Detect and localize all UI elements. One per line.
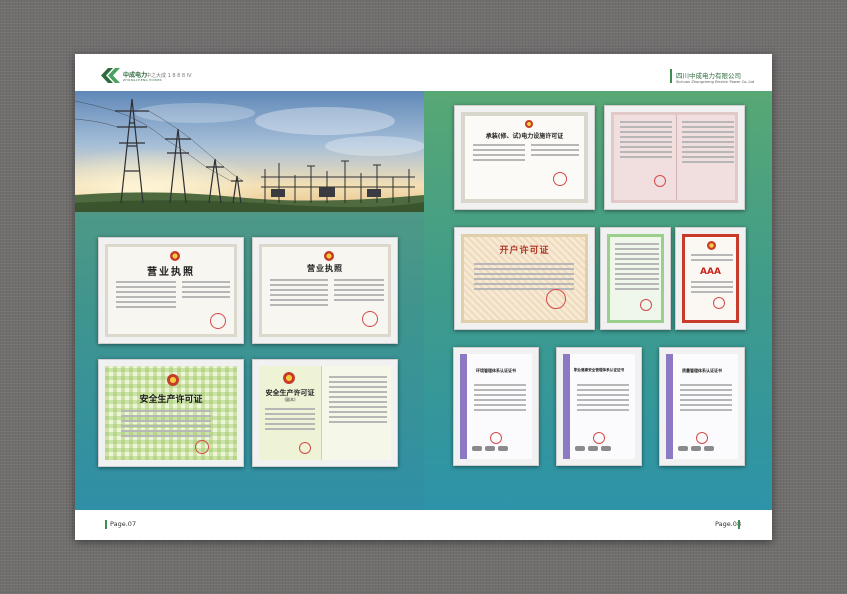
certificate-text-lines [691,254,733,264]
fold-line [676,115,677,200]
company-name-en: Sichuan Zhongcheng Electric Power Co.,Lt… [676,80,755,84]
certificate-text-lines [116,281,176,311]
national-emblem-icon [324,251,334,261]
safety-production-license-2: 安全生产许可证 (副本) [252,359,398,467]
red-seal-icon [553,172,567,186]
aaa-credit-certificate: AAA [675,227,746,330]
national-emblem-icon [283,372,295,384]
certificate-text-lines [473,144,525,164]
national-emblem-icon [167,374,179,386]
accreditation-logos [678,446,714,451]
emblem-icon [707,241,716,250]
power-tower-photo [75,91,424,212]
certificate-text-lines [265,408,315,433]
environmental-management-certificate: 环境管理体系认证证书 [453,347,539,466]
power-tower-illustration [75,91,424,212]
red-seal-icon [640,299,652,311]
red-seal-icon [362,311,378,327]
brochure-spread: 中成电力 ZHONGCHENG POWER 中之大成 1 8 8 8 IV 四川… [75,54,772,540]
certificate-text-lines [474,384,526,414]
record-certificate [600,227,671,330]
red-seal-icon [210,313,226,329]
page-number-left: Page.07 [110,520,137,528]
footer-accent-bar-right [738,520,740,529]
power-facility-license: 承装(修、试)电力设施许可证 [454,105,595,210]
certificate-text-lines [577,384,629,414]
certificate-subtitle: (副本) [284,397,296,402]
certificate-title: 安全生产许可证 [139,395,203,405]
national-emblem-icon [525,120,533,128]
certificate-text-lines [615,243,659,293]
accreditation-logos [575,446,611,451]
occupational-health-safety-certificate: 职业健康安全管理体系认证证书 [556,347,642,466]
red-seal-icon [546,289,566,309]
power-facility-license-copy [604,105,745,210]
certificate-text-lines [270,279,328,309]
page-header: 中成电力 ZHONGCHENG POWER 中之大成 1 8 8 8 IV 四川… [75,54,772,91]
certificate-text-lines [680,384,732,414]
certificate-title: 营业执照 [307,264,343,273]
red-seal-icon [490,432,502,444]
certificate-title: 职业健康安全管理体系认证证书 [573,368,625,372]
certificate-title: AAA [700,267,721,277]
red-seal-icon [195,440,209,454]
red-seal-icon [654,175,666,187]
quality-management-certificate: 质量管理体系认证证书 [659,347,745,466]
red-seal-icon [713,297,725,309]
certificate-text-lines [182,281,230,301]
certificate-title: 承装(修、试)电力设施许可证 [485,133,564,140]
national-emblem-icon [170,251,180,261]
company-logo-icon [101,68,120,83]
page-footer: Page.07 Page.08 [75,510,772,540]
red-seal-icon [696,432,708,444]
certificate-text-lines [121,410,211,440]
business-license-certificate-1: 营业执照 [98,237,244,344]
certificate-text-lines [531,144,579,159]
certificate-title: 营业执照 [147,267,195,278]
company-name-cn: 四川中成电力有限公司 [676,72,741,80]
certificate-title: 开户许可证 [499,246,550,256]
red-seal-icon [593,432,605,444]
safety-production-license-1: 安全生产许可证 [98,359,244,467]
business-license-certificate-2: 营业执照 [252,237,398,344]
certificate-text-lines [334,279,384,304]
certificate-text-lines [691,281,733,296]
certificate-text-lines [682,121,734,166]
footer-accent-bar-left [105,520,107,529]
certificate-title: 质量管理体系认证证书 [682,368,722,373]
accreditation-logos [472,446,508,451]
header-slogan: 中之大成 1 8 8 8 IV [146,73,192,79]
certificate-text-lines [329,376,387,426]
certificate-title: 环境管理体系认证证书 [476,368,516,373]
red-seal-icon [299,442,311,454]
account-opening-license: 开户许可证 [454,227,595,330]
header-accent-bar [670,69,672,83]
certificate-text-lines [620,121,672,161]
